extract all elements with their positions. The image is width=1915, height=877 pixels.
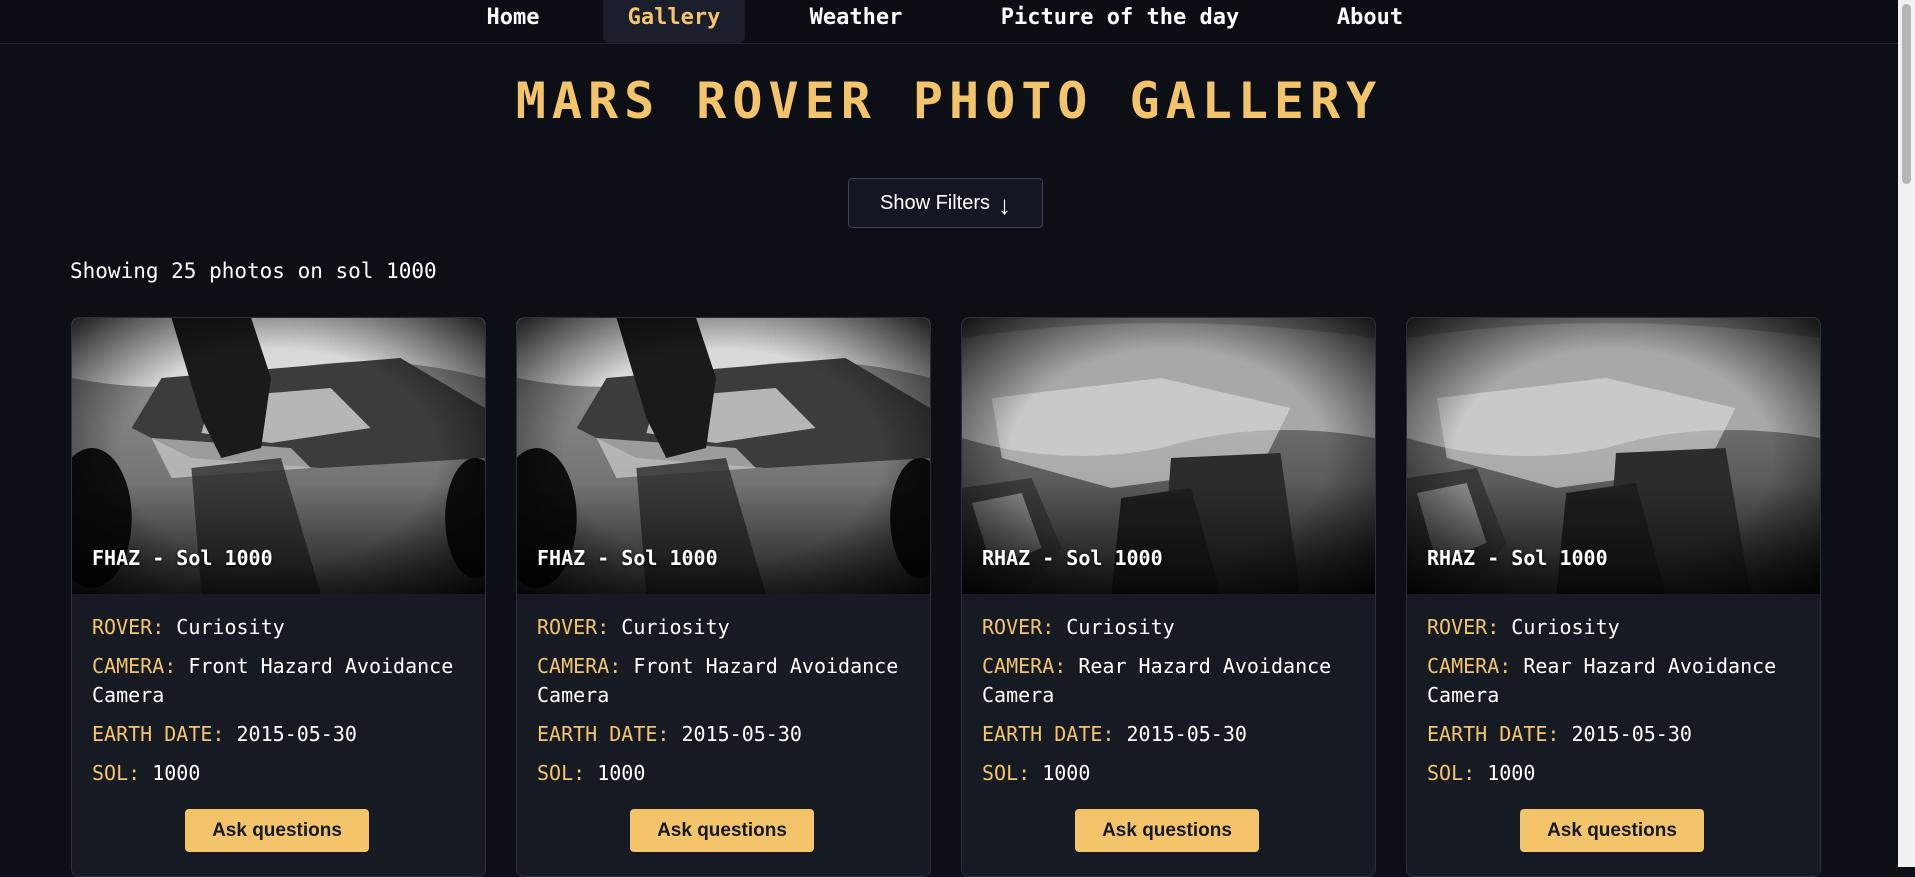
card-details: ROVER: Curiosity CAMERA: Rear Hazard Avo…: [1427, 613, 1805, 798]
nav-picture-of-the-day[interactable]: Picture of the day: [975, 0, 1265, 43]
ask-questions-button[interactable]: Ask questions: [185, 809, 369, 852]
sol-value: 1000: [152, 761, 201, 785]
rover-label: ROVER:: [92, 615, 165, 639]
rover-label: ROVER:: [537, 615, 610, 639]
sol-label: SOL:: [1427, 761, 1476, 785]
photo-card: FHAZ - Sol 1000 ROVER: Curiosity CAMERA:…: [71, 317, 486, 877]
card-details: ROVER: Curiosity CAMERA: Front Hazard Av…: [537, 613, 915, 798]
page-title: MARS ROVER PHOTO GALLERY: [515, 72, 1383, 130]
rover-value: Curiosity: [176, 615, 285, 639]
sol-value: 1000: [597, 761, 646, 785]
earth-date-label: EARTH DATE:: [982, 722, 1115, 746]
sol-value: 1000: [1487, 761, 1536, 785]
rover-value: Curiosity: [1066, 615, 1175, 639]
photo-caption: RHAZ - Sol 1000: [1427, 546, 1608, 570]
photo-card: RHAZ - Sol 1000 ROVER: Curiosity CAMERA:…: [1406, 317, 1821, 877]
top-nav: Home Gallery Weather Picture of the day …: [0, 0, 1898, 44]
sol-label: SOL:: [982, 761, 1031, 785]
sol-label: SOL:: [92, 761, 141, 785]
card-details: ROVER: Curiosity CAMERA: Front Hazard Av…: [92, 613, 470, 798]
arrow-down-icon: ↓: [998, 190, 1012, 220]
earth-date-label: EARTH DATE:: [1427, 722, 1560, 746]
earth-date-label: EARTH DATE:: [537, 722, 670, 746]
card-details: ROVER: Curiosity CAMERA: Rear Hazard Avo…: [982, 613, 1360, 798]
nav-home[interactable]: Home: [468, 0, 558, 43]
show-filters-button[interactable]: Show Filters ↓: [848, 178, 1043, 228]
camera-label: CAMERA:: [982, 654, 1067, 678]
nav-about[interactable]: About: [1318, 0, 1422, 43]
photo-caption: FHAZ - Sol 1000: [537, 546, 718, 570]
nav-gallery[interactable]: Gallery: [603, 0, 745, 43]
sol-label: SOL:: [537, 761, 586, 785]
vertical-scrollbar[interactable]: [1898, 0, 1915, 867]
scrollbar-thumb[interactable]: [1902, 4, 1911, 184]
photo-card: FHAZ - Sol 1000 ROVER: Curiosity CAMERA:…: [516, 317, 931, 877]
photo-caption: RHAZ - Sol 1000: [982, 546, 1163, 570]
camera-label: CAMERA:: [537, 654, 622, 678]
camera-label: CAMERA:: [92, 654, 177, 678]
earth-date-label: EARTH DATE:: [92, 722, 225, 746]
nav-weather[interactable]: Weather: [790, 0, 922, 43]
rover-label: ROVER:: [1427, 615, 1500, 639]
photo-card: RHAZ - Sol 1000 ROVER: Curiosity CAMERA:…: [961, 317, 1376, 877]
show-filters-label: Show Filters: [879, 191, 991, 214]
ask-questions-button[interactable]: Ask questions: [1075, 809, 1259, 852]
earth-date-value: 2015-05-30: [1571, 722, 1692, 746]
ask-questions-button[interactable]: Ask questions: [630, 809, 814, 852]
sol-value: 1000: [1042, 761, 1091, 785]
rover-label: ROVER:: [982, 615, 1055, 639]
earth-date-value: 2015-05-30: [236, 722, 357, 746]
ask-questions-button[interactable]: Ask questions: [1520, 809, 1704, 852]
earth-date-value: 2015-05-30: [681, 722, 802, 746]
photo-count-text: Showing 25 photos on sol 1000: [70, 259, 437, 283]
rover-value: Curiosity: [1511, 615, 1620, 639]
camera-label: CAMERA:: [1427, 654, 1512, 678]
photo-caption: FHAZ - Sol 1000: [92, 546, 273, 570]
earth-date-value: 2015-05-30: [1126, 722, 1247, 746]
rover-value: Curiosity: [621, 615, 730, 639]
